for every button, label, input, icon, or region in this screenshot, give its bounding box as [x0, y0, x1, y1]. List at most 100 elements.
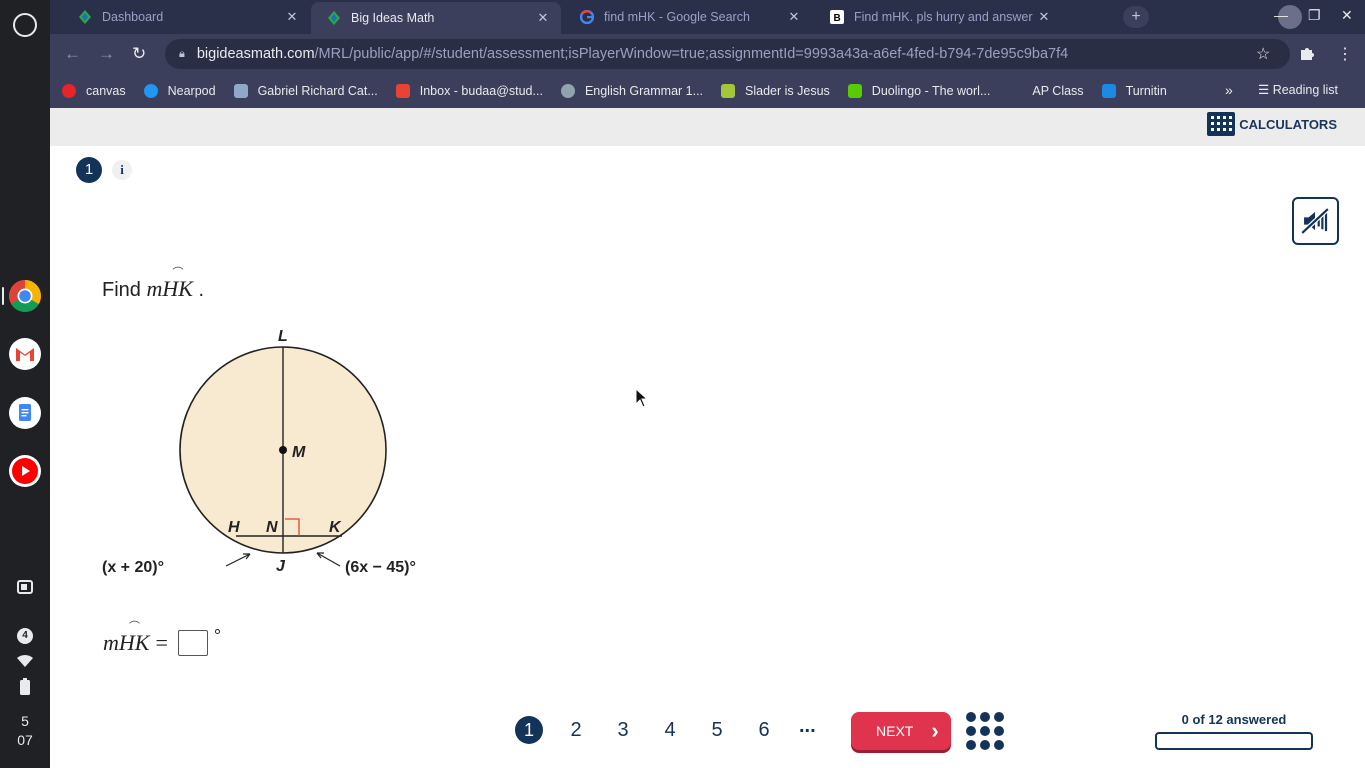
bookmark-english-grammar[interactable]: English Grammar 1... [560, 84, 704, 98]
info-icon[interactable]: i [112, 160, 132, 180]
close-tab-icon[interactable]: ✕ [284, 9, 300, 25]
close-tab-icon[interactable]: ✕ [535, 10, 551, 26]
arc-jk-expression: (6x − 45)° [345, 559, 416, 576]
circle-diagram: L M H N K J (x + 20)° (6x − 45)° [102, 328, 416, 576]
tab-title: Dashboard [102, 10, 164, 24]
tab-dashboard[interactable]: Dashboard ✕ [62, 2, 310, 32]
google-docs-icon[interactable] [8, 396, 42, 430]
clock-minute: 07 [17, 732, 33, 748]
bookmark-turnitin[interactable]: Turnitin [1101, 84, 1167, 98]
address-bar[interactable]: 🔒︎ bigideasmath.com/MRL/public/app/#/stu… [165, 39, 1290, 69]
bookmark-label: Nearpod [167, 84, 216, 98]
bookmark-nearpod[interactable]: Nearpod [143, 84, 216, 98]
tab-title: Find mHK. pls hurry and answer [854, 10, 1033, 24]
bookmark-slader[interactable]: Slader is Jesus [721, 84, 830, 98]
page-1-button[interactable]: 1 [515, 716, 543, 744]
page-6-button[interactable]: 6 [750, 716, 778, 744]
chrome-icon[interactable] [8, 279, 42, 313]
label-l: L [278, 328, 288, 345]
big-ideas-math-icon [79, 10, 91, 24]
new-tab-button[interactable]: + [1123, 6, 1149, 28]
google-icon [580, 10, 594, 24]
brainly-icon: B [830, 10, 844, 24]
audio-muted-button[interactable] [1292, 197, 1339, 245]
progress-label: 0 of 12 answered [1181, 712, 1287, 727]
label-k: K [329, 519, 342, 536]
bookmark-ap-class[interactable]: AP Class [1008, 84, 1084, 98]
phone-hub-icon[interactable] [15, 577, 35, 597]
bookmark-label: English Grammar 1... [584, 84, 704, 98]
tab-brainly[interactable]: B Find mHK. pls hurry and answer ✕ [814, 2, 1062, 32]
battery-icon [20, 678, 30, 695]
url-path: /MRL/public/app/#/student/assessment;isP… [314, 46, 1069, 62]
tab-google-search[interactable]: find mHK - Google Search ✕ [564, 2, 812, 32]
school-icon [233, 84, 248, 98]
close-window-icon[interactable]: ✕ [1341, 7, 1353, 24]
close-tab-icon[interactable]: ✕ [1036, 9, 1052, 25]
bookmark-duolingo[interactable]: Duolingo - The worl... [847, 84, 991, 98]
equals-sign: = [155, 630, 168, 655]
svg-text:B: B [834, 13, 841, 24]
left-arc-pointer [225, 553, 251, 567]
question-pager: 1 2 3 4 5 6 ... [515, 715, 816, 744]
bookmark-label: Inbox - budaa@stud... [419, 84, 543, 98]
slader-icon [721, 84, 736, 98]
turnitin-icon [1101, 84, 1116, 98]
question-prompt: Find mHK . [102, 264, 204, 302]
system-clock[interactable]: 5 07 [0, 712, 50, 750]
minimize-icon[interactable]: — [1274, 7, 1288, 23]
url-host: bigideasmath.com [196, 46, 315, 62]
ap-class-icon [1008, 84, 1023, 98]
close-tab-icon[interactable]: ✕ [786, 9, 802, 25]
notification-count[interactable]: 4 [17, 628, 33, 644]
next-button[interactable]: NEXT › [851, 712, 951, 750]
prompt-arc-mhk: mHK [146, 264, 192, 302]
back-icon[interactable]: ← [64, 44, 81, 64]
degree-symbol: ° [213, 625, 222, 646]
gmail-icon [395, 84, 410, 98]
duolingo-icon [847, 84, 862, 98]
answer-row: mHK = ° [103, 618, 221, 656]
calculators-button[interactable]: CALCULATORS [1207, 112, 1337, 136]
label-m: M [292, 444, 306, 461]
extensions-icon[interactable] [1299, 45, 1316, 62]
bookmark-label: Slader is Jesus [745, 84, 830, 98]
bookmark-label: Duolingo - The worl... [871, 84, 991, 98]
label-h: H [228, 519, 240, 536]
center-point-m [279, 446, 287, 454]
menu-icon[interactable]: ⋮ [1337, 44, 1353, 64]
bookmark-inbox[interactable]: Inbox - budaa@stud... [395, 84, 543, 98]
page-2-button[interactable]: 2 [562, 716, 590, 744]
mouse-cursor-icon [635, 388, 649, 408]
bookmarks-bar: canvas Nearpod Gabriel Richard Cat... In… [50, 74, 1365, 108]
label-n: N [266, 519, 278, 536]
bookmarks-overflow-button[interactable]: » [1225, 82, 1233, 98]
question-grid-icon[interactable] [965, 711, 1005, 751]
youtube-icon[interactable] [8, 454, 42, 488]
assessment-header: CALCULATORS [50, 108, 1365, 146]
forward-icon[interactable]: → [98, 44, 115, 64]
page-3-button[interactable]: 3 [609, 716, 637, 744]
tab-big-ideas-math[interactable]: Big Ideas Math ✕ [311, 2, 561, 34]
bookmark-label: AP Class [1032, 84, 1084, 98]
reload-icon[interactable]: ↻ [132, 44, 146, 64]
bookmark-gabriel-richard[interactable]: Gabriel Richard Cat... [233, 84, 378, 98]
maximize-icon[interactable]: ❐ [1308, 7, 1321, 24]
tab-title: find mHK - Google Search [604, 10, 750, 24]
gmail-icon[interactable] [8, 337, 42, 371]
tab-strip: Dashboard ✕ Big Ideas Math ✕ find mHK - … [50, 0, 1365, 34]
page-4-button[interactable]: 4 [656, 716, 684, 744]
bookmark-canvas[interactable]: canvas [62, 84, 126, 98]
next-label: NEXT [876, 723, 914, 739]
right-arc-pointer [316, 552, 341, 567]
more-pages-button[interactable]: ... [799, 715, 816, 738]
reading-list-button[interactable]: ☰ Reading list [1258, 82, 1338, 97]
browser-toolbar: ← → ↻ 🔒︎ bigideasmath.com/MRL/public/app… [50, 34, 1365, 74]
page-5-button[interactable]: 5 [703, 716, 731, 744]
launcher-icon[interactable] [13, 13, 37, 37]
answer-input[interactable] [177, 630, 208, 656]
canvas-icon [62, 84, 76, 98]
bookmark-star-icon[interactable]: ☆ [1256, 44, 1270, 64]
big-ideas-math-icon [328, 11, 340, 25]
tab-title: Big Ideas Math [351, 11, 435, 25]
